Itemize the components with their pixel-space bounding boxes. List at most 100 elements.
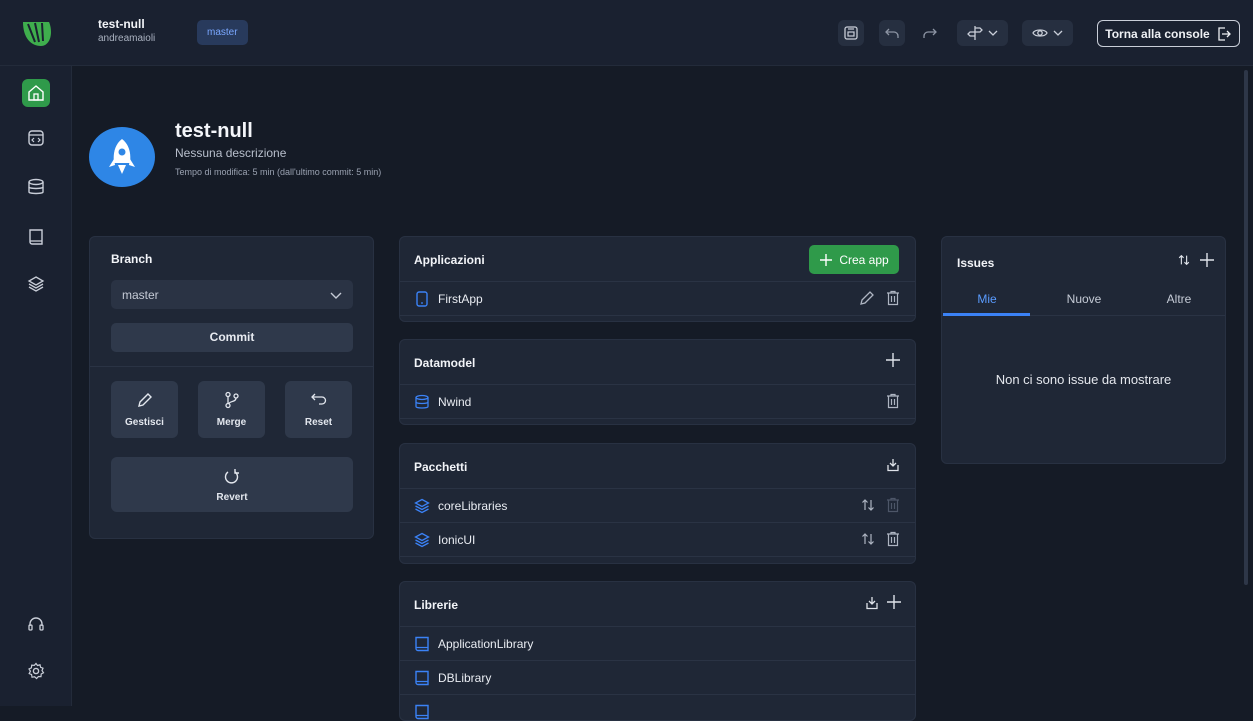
chevron-down-icon [988, 30, 997, 36]
manage-button[interactable]: Gestisci [111, 381, 178, 438]
sidebar-item-database[interactable] [22, 173, 50, 201]
issues-empty-message: Non ci sono issue da mostrare [995, 372, 1172, 387]
tab-mine[interactable]: Mie [943, 292, 1031, 306]
app-logo[interactable] [0, 0, 72, 66]
list-item[interactable]: coreLibraries [400, 489, 915, 523]
trash-icon[interactable] [885, 393, 901, 409]
layers-icon [414, 498, 430, 514]
signpost-icon [966, 26, 983, 40]
mobile-icon [416, 291, 428, 307]
commit-button[interactable]: Commit [111, 323, 353, 352]
libraries-card: Librerie ApplicationLibrary DBLibrary [399, 581, 916, 721]
branch-badge[interactable]: master [197, 20, 248, 45]
merge-icon [224, 391, 239, 409]
code-window-icon [28, 130, 44, 146]
preview-dropdown[interactable] [1022, 20, 1073, 46]
scrollbar[interactable] [1244, 70, 1248, 585]
issues-title: Issues [957, 256, 995, 270]
import-icon[interactable] [865, 596, 879, 610]
package-label: coreLibraries [438, 499, 508, 513]
list-item[interactable]: DBLibrary [400, 661, 915, 695]
sidebar-item-settings[interactable] [22, 657, 50, 685]
merge-button[interactable]: Merge [198, 381, 265, 438]
datamodel-title: Datamodel [414, 356, 476, 370]
merge-label: Merge [216, 417, 247, 428]
database-icon [415, 394, 429, 409]
layers-icon [414, 532, 430, 548]
plus-icon [820, 253, 833, 266]
trash-icon [887, 497, 899, 513]
rotate-icon [224, 469, 239, 484]
import-icon[interactable] [886, 458, 900, 472]
create-app-button[interactable]: Crea app [809, 245, 899, 274]
redo-icon [923, 28, 937, 38]
sidebar-item-apps[interactable] [22, 124, 50, 152]
sync-icon[interactable] [1177, 253, 1191, 267]
save-button[interactable] [838, 20, 864, 46]
eye-icon [1031, 29, 1048, 37]
packages-title: Pacchetti [414, 460, 468, 474]
tab-new[interactable]: Nuove [1040, 292, 1128, 306]
trash-icon[interactable] [885, 531, 901, 547]
undo-button[interactable] [879, 20, 905, 46]
branch-card-title: Branch [111, 252, 153, 266]
library-label: ApplicationLibrary [438, 637, 534, 651]
datamodel-card: Datamodel Nwind [399, 339, 916, 425]
book-icon [415, 670, 429, 686]
exit-icon [1218, 26, 1231, 41]
sidebar-item-libraries[interactable] [22, 223, 50, 251]
project-edit-time: Tempo di modifica: 5 min (dall'ultimo co… [175, 167, 382, 177]
library-label: DBLibrary [438, 671, 492, 685]
sidebar-item-support[interactable] [22, 610, 50, 638]
manage-label: Gestisci [125, 417, 164, 428]
chevron-down-icon [1053, 30, 1062, 36]
list-item[interactable]: FirstApp [400, 282, 915, 316]
sidebar-item-home[interactable] [22, 79, 50, 107]
package-label: IonicUI [438, 533, 476, 547]
datamodel-label: Nwind [438, 395, 472, 409]
revert-label: Revert [216, 492, 248, 503]
sidebar-item-packages[interactable] [22, 270, 50, 298]
headset-icon [28, 617, 44, 631]
top-bar: test-null andreamaioli master Torna alla… [0, 0, 1253, 66]
create-app-label: Crea app [839, 252, 889, 267]
plus-icon[interactable] [886, 594, 902, 610]
back-to-console-label: Torna alla console [1105, 26, 1210, 41]
trash-icon[interactable] [885, 290, 901, 306]
home-icon [28, 85, 44, 101]
book-icon [415, 636, 429, 652]
project-avatar [89, 127, 155, 187]
project-name: test-null [98, 17, 145, 31]
tab-others[interactable]: Altre [1135, 292, 1223, 306]
list-item[interactable]: ApplicationLibrary [400, 627, 915, 661]
back-to-console-button[interactable]: Torna alla console [1097, 20, 1240, 47]
issues-card: Issues Mie Nuove Altre Non ci sono issue… [941, 236, 1226, 464]
branch-card: Branch master Commit Gestisci Merge Rese… [89, 236, 374, 539]
revert-button[interactable]: Revert [111, 457, 353, 512]
reset-label: Reset [304, 417, 333, 428]
book-icon [415, 704, 429, 720]
pencil-icon[interactable] [859, 290, 875, 306]
applications-card: Applicazioni Crea app FirstApp [399, 236, 916, 322]
pencil-icon [137, 393, 152, 407]
branch-select[interactable]: master [111, 280, 353, 309]
leaf-logo-icon [23, 22, 51, 46]
branch-select-value: master [122, 288, 159, 302]
book-icon [29, 229, 43, 245]
list-item[interactable] [400, 695, 915, 720]
redo-button[interactable] [917, 20, 943, 46]
sidebar [0, 66, 72, 706]
save-icon [844, 26, 858, 40]
list-item[interactable]: Nwind [400, 385, 915, 419]
project-owner: andreamaioli [98, 33, 156, 44]
libraries-title: Librerie [414, 598, 459, 612]
sync-icon[interactable] [860, 531, 876, 547]
sync-icon[interactable] [860, 497, 876, 513]
divider [90, 366, 373, 367]
plus-icon[interactable] [885, 352, 901, 368]
list-item[interactable]: IonicUI [400, 523, 915, 557]
packages-card: Pacchetti coreLibraries IonicUI [399, 443, 916, 564]
reset-button[interactable]: Reset [285, 381, 352, 438]
plus-icon[interactable] [1199, 252, 1215, 268]
deploy-dropdown[interactable] [957, 20, 1008, 46]
